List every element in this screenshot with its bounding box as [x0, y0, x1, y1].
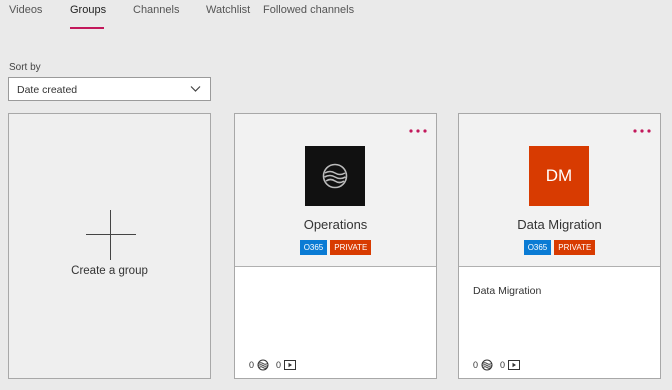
wave-globe-icon	[322, 163, 348, 189]
private-badge: PRIVATE	[554, 240, 596, 255]
group-avatar: DM	[529, 146, 589, 206]
group-stats: 0 0	[473, 359, 521, 371]
tab-channels[interactable]: Channels	[133, 4, 179, 16]
tab-bar: Videos Groups Channels Watchlist Followe…	[0, 0, 672, 34]
videos-count: 0	[276, 360, 282, 370]
members-icon	[257, 359, 269, 371]
sort-by-label: Sort by	[9, 62, 41, 73]
tab-followed-channels[interactable]: Followed channels	[263, 4, 354, 16]
more-options-icon[interactable]	[408, 128, 428, 138]
o365-badge: O365	[523, 240, 552, 255]
group-badges: O365 PRIVATE	[459, 240, 660, 255]
o365-badge: O365	[299, 240, 328, 255]
plus-icon	[86, 234, 136, 235]
tab-watchlist[interactable]: Watchlist	[206, 4, 250, 16]
more-options-icon[interactable]	[632, 128, 652, 138]
active-tab-indicator	[70, 27, 104, 29]
private-badge: PRIVATE	[330, 240, 372, 255]
videos-count: 0	[500, 360, 506, 370]
group-badges: O365 PRIVATE	[235, 240, 436, 255]
members-count: 0	[249, 360, 255, 370]
group-avatar	[305, 146, 365, 206]
members-icon	[481, 359, 493, 371]
video-icon	[284, 360, 297, 370]
plus-icon-vertical	[110, 210, 111, 260]
members-count: 0	[473, 360, 479, 370]
group-card-header: DM Data Migration O365 PRIVATE	[459, 114, 660, 267]
group-name[interactable]: Operations	[235, 217, 436, 232]
tab-groups[interactable]: Groups	[70, 4, 106, 16]
create-group-label: Create a group	[71, 265, 148, 277]
group-avatar-initials: DM	[545, 166, 573, 185]
group-card-body: Data Migration 0 0	[459, 267, 660, 378]
group-name[interactable]: Data Migration	[459, 217, 660, 232]
sort-by-value: Date created	[17, 84, 78, 96]
chevron-down-icon	[190, 84, 201, 96]
tab-videos[interactable]: Videos	[9, 4, 42, 16]
group-stats: 0 0	[249, 359, 297, 371]
video-icon	[508, 360, 521, 370]
group-card-data-migration[interactable]: DM Data Migration O365 PRIVATE Data Migr…	[458, 113, 661, 379]
sort-by-dropdown[interactable]: Date created	[8, 77, 211, 101]
group-card-body: 0 0	[235, 267, 436, 378]
create-group-card[interactable]: Create a group	[8, 113, 211, 379]
group-description: Data Migration	[473, 285, 542, 297]
group-card-header: Operations O365 PRIVATE	[235, 114, 436, 267]
group-card-operations[interactable]: Operations O365 PRIVATE 0 0	[234, 113, 437, 379]
